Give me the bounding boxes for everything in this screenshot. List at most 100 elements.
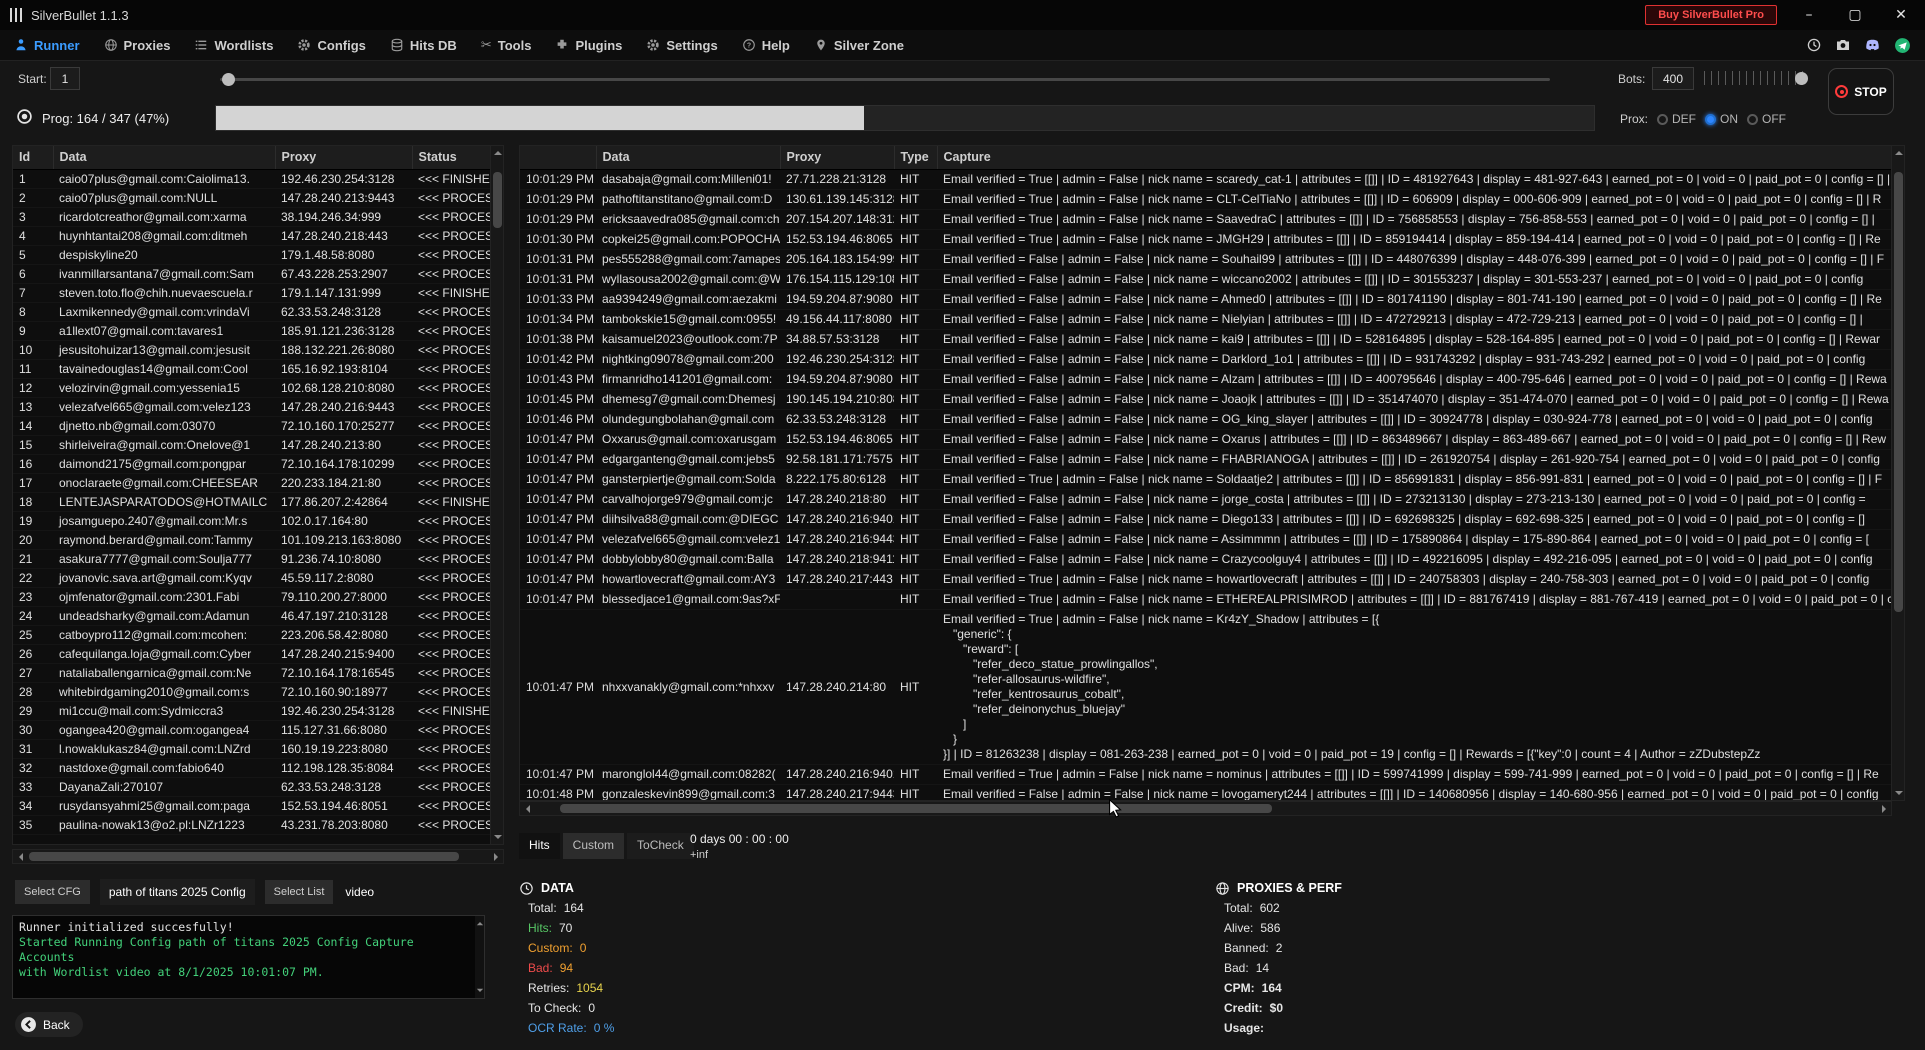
prox-option-off[interactable]: OFF [1747, 112, 1786, 126]
start-slider[interactable] [220, 78, 1550, 81]
job-row[interactable]: 10jesusitohuizar13@gmail.com:jesusit188.… [13, 340, 491, 359]
column-header[interactable] [520, 146, 596, 169]
column-header[interactable]: Data [596, 146, 780, 169]
job-row[interactable]: 8Laxmikennedy@gmail.com:vrindaVi62.33.53… [13, 302, 491, 321]
job-row[interactable]: 16daimond2175@gmail.com:pongpar72.10.164… [13, 454, 491, 473]
start-input[interactable] [50, 67, 80, 90]
column-header[interactable]: Capture [937, 146, 1891, 169]
hit-row[interactable]: 10:01:46 PMolundegungbolahan@gmail.com62… [520, 409, 1891, 429]
column-header[interactable]: Id [13, 146, 53, 169]
job-row[interactable]: 18LENTEJASPARATODOS@HOTMAILC177.86.207.2… [13, 492, 491, 511]
job-row[interactable]: 14djnetto.nb@gmail.com:0307072.10.160.17… [13, 416, 491, 435]
job-row[interactable]: 2caio07plus@gmail.com:NULL147.28.240.213… [13, 188, 491, 207]
hits-vertical-scrollbar[interactable] [1891, 146, 1904, 800]
hit-row[interactable]: 10:01:47 PMdobbylobby80@gmail.com:Balla1… [520, 549, 1891, 569]
job-row[interactable]: 25catboypro112@gmail.com:mcohen:223.206.… [13, 625, 491, 644]
nav-plugins[interactable]: Plugins [555, 38, 622, 53]
job-row[interactable]: 7steven.toto.flo@chih.nuevaescuela.r179.… [13, 283, 491, 302]
discord-icon[interactable] [1864, 37, 1881, 53]
bots-slider-thumb[interactable] [1795, 72, 1808, 85]
hit-row[interactable]: 10:01:33 PMaa9394249@gmail.com:aezakmi19… [520, 289, 1891, 309]
prox-option-on[interactable]: ON [1705, 112, 1738, 126]
maximize-button[interactable]: ▢ [1841, 7, 1869, 23]
jobs-vscroll-thumb[interactable] [493, 172, 502, 228]
job-row[interactable]: 6ivanmillarsantana7@gmail.com:Sam67.43.2… [13, 264, 491, 283]
start-slider-thumb[interactable] [222, 73, 235, 86]
back-button[interactable]: Back [15, 1012, 83, 1037]
radio-icon[interactable] [1657, 114, 1668, 125]
hit-row[interactable]: 10:01:29 PMpathoftitanstitano@gmail.com:… [520, 189, 1891, 209]
minimize-button[interactable]: – [1795, 7, 1823, 23]
hits-hscroll-thumb[interactable] [560, 804, 1272, 813]
nav-help[interactable]: ? Help [742, 38, 790, 53]
hit-row[interactable]: 10:01:45 PMdhemesg7@gmail.com:Dhemesj190… [520, 389, 1891, 409]
column-header[interactable]: Data [53, 146, 275, 169]
scroll-right-arrow[interactable] [1877, 802, 1891, 815]
telegram-icon[interactable] [1894, 37, 1911, 54]
screenshot-camera-icon[interactable] [1835, 37, 1851, 53]
scroll-right-arrow[interactable] [489, 850, 503, 863]
jobs-vertical-scrollbar[interactable] [490, 146, 503, 844]
hit-row[interactable]: 10:01:29 PMdasabaja@gmail.com:Milleni01!… [520, 169, 1891, 189]
hit-row[interactable]: 10:01:47 PMvelezafvel665@gmail.com:velez… [520, 529, 1891, 549]
bots-input[interactable] [1652, 67, 1694, 90]
job-row[interactable]: 17onoclaraete@gmail.com:CHEESEAR220.233.… [13, 473, 491, 492]
hit-row[interactable]: 10:01:42 PMnightking09078@gmail.com:2001… [520, 349, 1891, 369]
job-row[interactable]: 3ricardotcreathor@gmail.com:xarma38.194.… [13, 207, 491, 226]
job-row[interactable]: 20raymond.berard@gmail.com:Tammy101.109.… [13, 530, 491, 549]
stop-button[interactable]: STOP [1828, 68, 1894, 115]
hit-row[interactable]: 10:01:43 PMfirmanridho141201@gmail.com:1… [520, 369, 1891, 389]
jobs-hscroll-thumb[interactable] [29, 852, 459, 861]
job-row[interactable]: 13velezafvel665@gmail.com:velez123147.28… [13, 397, 491, 416]
nav-tools[interactable]: ✂ Tools [481, 38, 532, 53]
job-row[interactable]: 23ojmfenator@gmail.com:2301.Fabi79.110.2… [13, 587, 491, 606]
scroll-up-arrow[interactable] [1892, 146, 1905, 159]
column-header[interactable]: Type [894, 146, 937, 169]
job-row[interactable]: 19josamguepo.2407@gmail.com:Mr.s102.0.17… [13, 511, 491, 530]
job-row[interactable]: 1caio07plus@gmail.com:Caiolima13.192.46.… [13, 169, 491, 188]
hit-row[interactable]: 10:01:30 PMcopkei25@gmail.com:POPOCHA152… [520, 229, 1891, 249]
radio-icon[interactable] [1747, 114, 1758, 125]
nav-configs[interactable]: Configs [297, 38, 365, 53]
jobs-horizontal-scrollbar[interactable] [12, 849, 504, 864]
job-row[interactable]: 21asakura7777@gmail.com:Soulja77791.236.… [13, 549, 491, 568]
hits-vscroll-thumb[interactable] [1894, 172, 1903, 612]
column-header[interactable]: Proxy [275, 146, 412, 169]
job-row[interactable]: 12velozirvin@gmail.com:yessenia15102.68.… [13, 378, 491, 397]
job-row[interactable]: 26cafequilanga.loja@gmail.com:Cyber147.2… [13, 644, 491, 663]
hit-row[interactable]: 10:01:47 PMblessedjace1@gmail.com:9as?xF… [520, 589, 1891, 609]
hit-row[interactable]: 10:01:47 PMhowartlovecraft@gmail.com:AY3… [520, 569, 1891, 589]
select-list-button[interactable]: Select List [265, 880, 334, 904]
scroll-up-arrow[interactable] [491, 146, 504, 159]
job-row[interactable]: 5despiskyline20179.1.48.58:8080<<< PROCE… [13, 245, 491, 264]
nav-hitsdb[interactable]: Hits DB [390, 38, 457, 53]
nav-settings[interactable]: Settings [646, 38, 717, 53]
tab-hits[interactable]: Hits [519, 833, 560, 859]
job-row[interactable]: 22jovanovic.sava.art@gmail.com:Kyqv45.59… [13, 568, 491, 587]
runner-log[interactable]: Runner initialized succesfully!Started R… [12, 915, 485, 999]
scroll-up-arrow[interactable] [477, 919, 483, 925]
hit-row[interactable]: 10:01:47 PMOxxarus@gmail.com:oxarusgam15… [520, 429, 1891, 449]
radio-icon-selected[interactable] [1705, 114, 1716, 125]
nav-proxies[interactable]: Proxies [104, 38, 171, 53]
column-header[interactable]: Status [412, 146, 491, 169]
close-button[interactable]: ✕ [1887, 7, 1915, 23]
scroll-down-arrow[interactable] [491, 831, 504, 844]
job-row[interactable]: 4huynhtantai208@gmail.com:ditmeh147.28.2… [13, 226, 491, 245]
hit-row[interactable]: 10:01:38 PMkaisamuel2023@outlook.com:7P3… [520, 329, 1891, 349]
hit-row[interactable]: 10:01:31 PMpes555288@gmail.com:7amapes20… [520, 249, 1891, 269]
job-row[interactable]: 27nataliaballengarnica@gmail.com:Ne72.10… [13, 663, 491, 682]
column-header[interactable]: Proxy [780, 146, 894, 169]
scroll-left-arrow[interactable] [520, 802, 534, 815]
prox-option-def[interactable]: DEF [1657, 112, 1696, 126]
hit-row[interactable]: 10:01:48 PMgonzaleskevin899@gmail.com:31… [520, 784, 1891, 801]
scroll-left-arrow[interactable] [13, 850, 27, 863]
nav-silver-zone[interactable]: Silver Zone [814, 38, 904, 53]
history-icon[interactable] [1806, 37, 1822, 53]
hit-row[interactable]: 10:01:47 PMgansterpiertje@gmail.com:Sold… [520, 469, 1891, 489]
select-config-button[interactable]: Select CFG [15, 880, 90, 904]
job-row[interactable]: 24undeadsharky@gmail.com:Adamun46.47.197… [13, 606, 491, 625]
job-row[interactable]: 11tavainedouglas14@gmail.com:Cool165.16.… [13, 359, 491, 378]
hit-row[interactable]: 10:01:47 PMcarvalhojorge979@gmail.com:jc… [520, 489, 1891, 509]
job-row[interactable]: 35paulina-nowak13@o2.pl:LNZr122343.231.7… [13, 815, 491, 834]
